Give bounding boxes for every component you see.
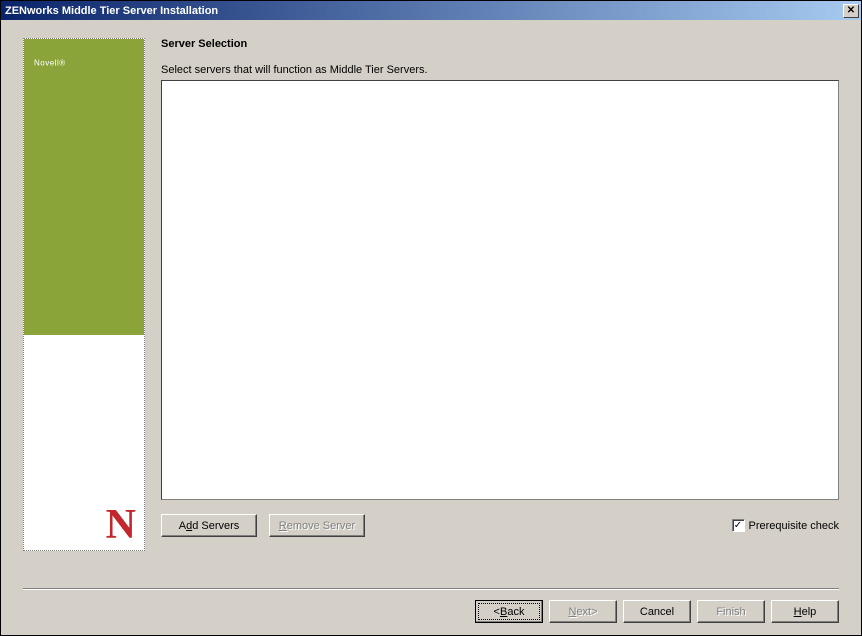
- sidebar-lower: N: [24, 335, 144, 550]
- list-action-row: Add Servers Remove Server ✓ Prerequisite…: [161, 514, 839, 537]
- close-button[interactable]: ✕: [843, 4, 859, 18]
- checkbox-icon: ✓: [732, 519, 745, 532]
- page-instruction: Select servers that will function as Mid…: [161, 64, 839, 76]
- installer-window: ZENworks Middle Tier Server Installation…: [0, 0, 862, 636]
- cancel-button[interactable]: Cancel: [623, 600, 691, 623]
- help-button[interactable]: Help: [771, 600, 839, 623]
- next-button: Next>: [549, 600, 617, 623]
- server-list[interactable]: [161, 80, 839, 500]
- novell-n-logo: N: [106, 504, 136, 546]
- titlebar: ZENworks Middle Tier Server Installation…: [1, 1, 861, 20]
- prerequisite-checkbox[interactable]: ✓ Prerequisite check: [732, 519, 840, 532]
- brand-suffix: ®: [59, 58, 65, 67]
- main-row: Novell® N Server Selection Select server…: [23, 38, 839, 574]
- brand-banner: Novell®: [24, 39, 144, 335]
- prerequisite-label: Prerequisite check: [749, 520, 840, 532]
- sidebar-panel: Novell® N: [23, 38, 145, 551]
- add-servers-button[interactable]: Add Servers: [161, 514, 257, 537]
- wizard-button-row: <Back Next> Cancel Finish Help: [23, 600, 839, 623]
- remove-server-button: Remove Server: [269, 514, 365, 537]
- divider: [23, 588, 839, 590]
- back-button[interactable]: <Back: [475, 600, 543, 623]
- main-column: Server Selection Select servers that wil…: [161, 38, 839, 574]
- window-title: ZENworks Middle Tier Server Installation: [5, 5, 843, 17]
- finish-button: Finish: [697, 600, 765, 623]
- content-area: Novell® N Server Selection Select server…: [1, 20, 861, 635]
- page-heading: Server Selection: [161, 38, 839, 50]
- brand-text: Novell: [34, 58, 59, 67]
